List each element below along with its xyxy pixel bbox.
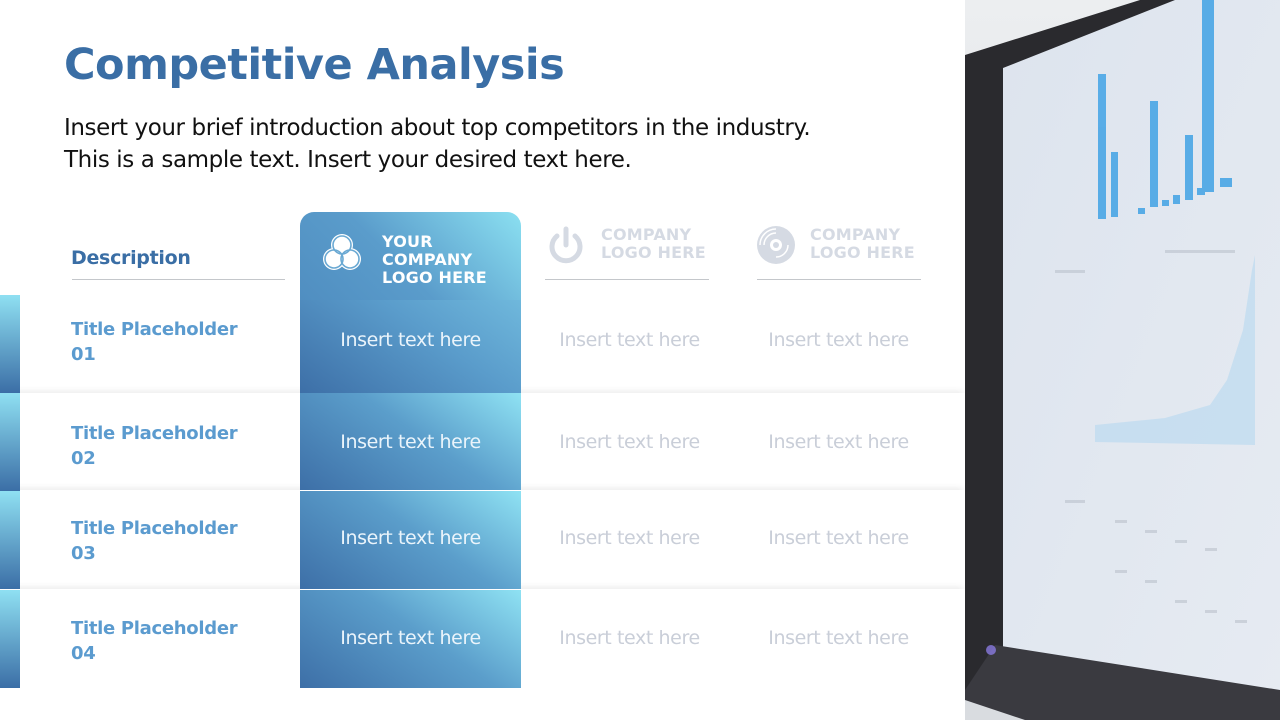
row-1-your-company-cell: Insert text here [340, 329, 481, 351]
competitor-1-logo-text: COMPANY LOGO HERE [601, 226, 706, 262]
row-4-competitor-1-cell: Insert text here [559, 627, 700, 649]
row-title-4-line-1: Title Placeholder [71, 618, 238, 639]
row-accent-bar-3 [0, 491, 20, 589]
row-1-competitor-2-cell: Insert text here [768, 329, 909, 351]
row-4-your-company-cell: Insert text here [340, 627, 481, 649]
competitor-2-underline [757, 279, 921, 280]
row-accent-bar-1 [0, 295, 20, 393]
intro-line-1: Insert your brief introduction about top… [64, 115, 811, 141]
row-title-1-line-2: 01 [71, 344, 96, 365]
competitor-2-line-1: COMPANY [810, 225, 901, 244]
row-3-competitor-2-cell: Insert text here [768, 527, 909, 549]
disc-icon [757, 226, 795, 264]
row-4-competitor-2-cell: Insert text here [768, 627, 909, 649]
monitor-photo [965, 0, 1280, 720]
competitor-1-underline [545, 279, 709, 280]
row-accent-bar-2 [0, 393, 20, 491]
your-company-line-1: YOUR [382, 232, 433, 251]
power-icon [549, 226, 583, 264]
row-title-2-line-2: 02 [71, 448, 96, 469]
row-title-2-line-1: Title Placeholder [71, 423, 238, 444]
slide-title: Competitive Analysis [64, 40, 565, 90]
row-3-your-company-cell: Insert text here [340, 527, 481, 549]
row-title-4: Title Placeholder 04 [71, 616, 238, 666]
competitor-1-line-1: COMPANY [601, 225, 692, 244]
row-title-2: Title Placeholder 02 [71, 421, 238, 471]
intro-text: Insert your brief introduction about top… [64, 112, 924, 176]
venn-circles-icon [323, 234, 361, 270]
row-2-your-company-cell: Insert text here [340, 431, 481, 453]
row-title-4-line-2: 04 [71, 643, 96, 664]
description-header: Description [71, 247, 191, 269]
row-2-competitor-1-cell: Insert text here [559, 431, 700, 453]
your-company-line-2: COMPANY [382, 250, 473, 269]
row-title-1-line-1: Title Placeholder [71, 319, 238, 340]
intro-line-2: This is a sample text. Insert your desir… [64, 147, 632, 173]
description-underline [72, 279, 285, 280]
competitor-2-line-2: LOGO HERE [810, 243, 915, 262]
row-accent-bar-4 [0, 590, 20, 688]
your-company-logo-text: YOUR COMPANY LOGO HERE [382, 233, 487, 287]
competitor-1-line-2: LOGO HERE [601, 243, 706, 262]
row-2-competitor-2-cell: Insert text here [768, 431, 909, 453]
row-1-competitor-1-cell: Insert text here [559, 329, 700, 351]
row-title-3-line-1: Title Placeholder [71, 518, 238, 539]
row-title-3: Title Placeholder 03 [71, 516, 238, 566]
your-company-line-3: LOGO HERE [382, 268, 487, 287]
monitor-photo-art [965, 0, 1280, 720]
row-title-1: Title Placeholder 01 [71, 317, 238, 367]
row-3-competitor-1-cell: Insert text here [559, 527, 700, 549]
slide: Competitive Analysis Insert your brief i… [0, 0, 1280, 720]
competitor-2-logo-text: COMPANY LOGO HERE [810, 226, 915, 262]
row-title-3-line-2: 03 [71, 543, 96, 564]
